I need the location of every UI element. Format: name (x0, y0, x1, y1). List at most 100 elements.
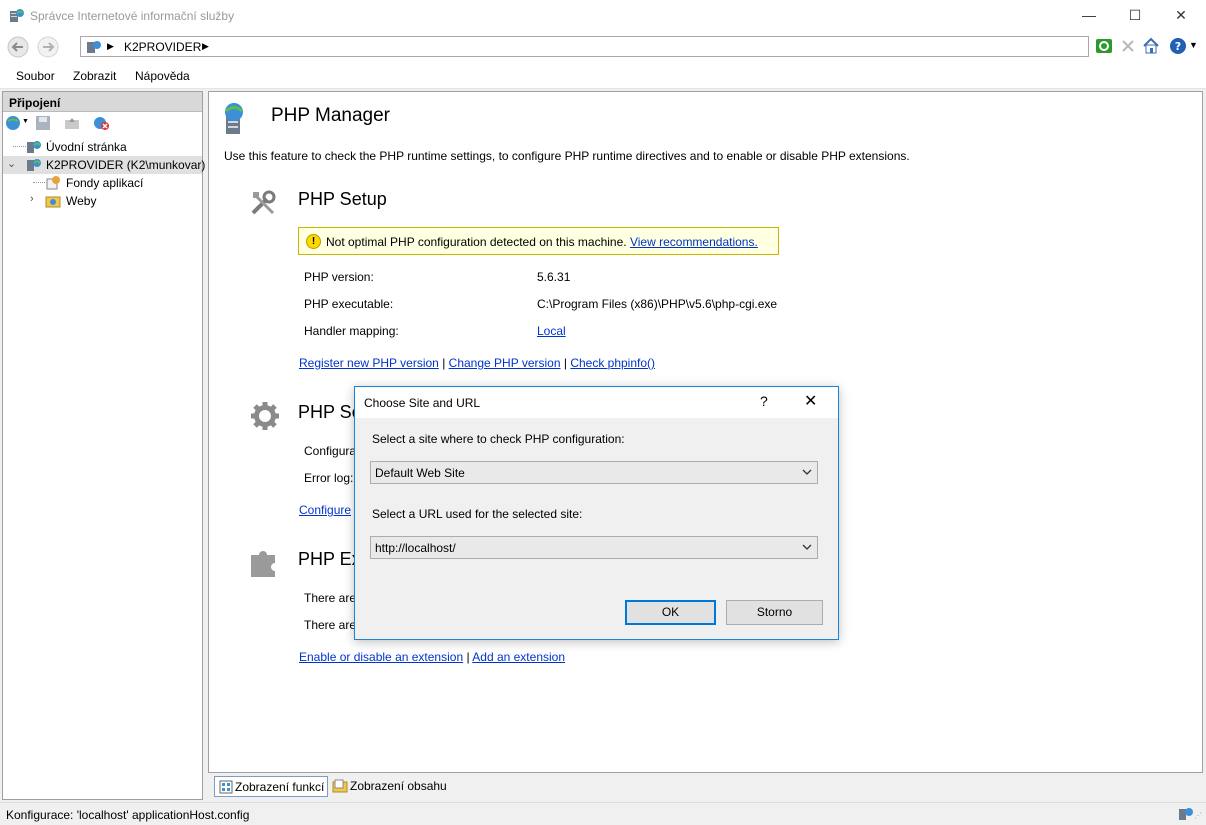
window-title: Správce Internetové informační služby (30, 9, 235, 23)
link-separator: | (442, 356, 446, 370)
content-view-icon (332, 779, 348, 793)
chevron-down-icon (802, 544, 812, 550)
view-tabs: Zobrazení funkcí Zobrazení obsahu (208, 773, 1203, 800)
site-select[interactable]: Default Web Site (370, 461, 818, 484)
site-select-label: Select a site where to check PHP configu… (372, 432, 625, 446)
chevron-right-icon[interactable]: › (30, 193, 34, 205)
tab-content-view[interactable]: Zobrazení obsahu (330, 776, 450, 797)
tools-icon (251, 190, 276, 215)
tab-label: Zobrazení obsahu (350, 779, 447, 793)
connections-header: Připojení (3, 92, 202, 112)
resize-grip-icon[interactable]: ⋰ (1194, 811, 1202, 820)
refresh-icon[interactable] (1095, 37, 1113, 55)
chevron-down-icon (802, 469, 812, 475)
tree-item-app-pools[interactable]: Fondy aplikací (3, 174, 202, 192)
check-phpinfo-link[interactable]: Check phpinfo() (570, 356, 655, 370)
link-separator: | (563, 356, 567, 370)
view-recommendations-link[interactable]: View recommendations. (630, 235, 758, 249)
status-text: Konfigurace: 'localhost' applicationHost… (6, 808, 250, 822)
server-icon (27, 159, 41, 171)
warning-icon: ! (306, 234, 321, 249)
handler-mapping-link[interactable]: Local (537, 324, 566, 338)
php-version-value: 5.6.31 (537, 270, 571, 284)
minimize-button[interactable]: — (1066, 0, 1112, 31)
warning-text: Not optimal PHP configuration detected o… (326, 235, 627, 249)
php-executable-label: PHP executable: (304, 297, 394, 311)
tree-item-label: Weby (66, 194, 97, 208)
configure-link[interactable]: Configure (299, 503, 351, 517)
config-warning-banner: ! Not optimal PHP configuration detected… (298, 227, 779, 255)
php-manager-icon (225, 103, 243, 134)
change-php-version-link[interactable]: Change PHP version (449, 356, 561, 370)
tree-item-label: Úvodní stránka (46, 140, 127, 154)
choose-site-dialog: Choose Site and URL ? ✕ Select a site wh… (354, 386, 839, 640)
dialog-title-bar: Choose Site and URL ? ✕ (355, 387, 838, 418)
app-pools-icon (46, 176, 60, 190)
handler-mapping-label: Handler mapping: (304, 324, 399, 338)
status-bar: Konfigurace: 'localhost' applicationHost… (0, 802, 1206, 825)
sites-folder-icon (45, 196, 61, 208)
server-icon (87, 41, 101, 53)
tree-item-label: K2PROVIDER (K2\munkovar) (46, 158, 206, 172)
extensions-info-line: There are (304, 618, 357, 632)
help-icon[interactable]: ? (1169, 37, 1187, 55)
connect-globe-icon[interactable] (5, 115, 21, 131)
close-button[interactable]: ✕ (1158, 0, 1204, 31)
site-select-value: Default Web Site (375, 466, 465, 480)
link-separator: | (466, 650, 470, 664)
stop-icon[interactable] (1119, 37, 1137, 55)
home-icon[interactable] (1142, 37, 1160, 55)
menu-help[interactable]: Nápověda (135, 69, 190, 83)
error-log-label: Error log: (304, 471, 354, 485)
php-executable-value: C:\Program Files (x86)\PHP\v5.6\php-cgi.… (537, 297, 778, 311)
save-icon[interactable] (35, 115, 51, 131)
php-extensions-heading: PHP Ex (298, 549, 361, 569)
iis-app-icon (10, 9, 24, 22)
chevron-down-icon[interactable]: ⌄ (7, 157, 16, 170)
svg-text:?: ? (1175, 40, 1181, 53)
chevron-right-icon[interactable]: ▶ (202, 41, 209, 52)
tree-item-server[interactable]: ⌄ K2PROVIDER (K2\munkovar) (3, 156, 206, 174)
back-arrow-icon[interactable] (5, 36, 31, 58)
start-page-icon (27, 141, 41, 153)
php-setup-heading: PHP Setup (298, 189, 387, 209)
disconnect-icon[interactable] (92, 115, 110, 131)
maximize-button[interactable]: ☐ (1112, 0, 1158, 31)
dialog-title: Choose Site and URL (364, 396, 481, 410)
register-php-version-link[interactable]: Register new PHP version (299, 356, 439, 370)
menu-bar: Soubor Zobrazit Nápověda (0, 62, 1206, 89)
help-dropdown-chevron-icon[interactable]: ▼ (1189, 40, 1198, 50)
configuration-label: Configura (304, 444, 357, 458)
page-title: PHP Manager (271, 105, 390, 126)
url-select[interactable]: http://localhost/ (370, 536, 818, 559)
tab-features-view[interactable]: Zobrazení funkcí (214, 776, 328, 797)
connections-toolbar: ▼ (3, 112, 202, 135)
cancel-button[interactable]: Storno (726, 600, 823, 625)
php-settings-heading: PHP Se (298, 402, 362, 422)
puzzle-icon (251, 551, 275, 577)
ok-button[interactable]: OK (625, 600, 716, 625)
gear-icon (251, 402, 279, 430)
connect-dropdown-icon[interactable]: ▼ (22, 118, 29, 125)
tree-item-sites[interactable]: › Weby (3, 192, 202, 210)
breadcrumb-server[interactable]: K2PROVIDER (124, 40, 201, 54)
tab-label: Zobrazení funkcí (235, 780, 325, 794)
tree-item-start-page[interactable]: Úvodní stránka (3, 138, 202, 156)
dialog-close-button[interactable]: ✕ (804, 391, 817, 411)
url-select-label: Select a URL used for the selected site: (372, 507, 583, 521)
menu-view[interactable]: Zobrazit (73, 69, 116, 83)
add-extension-link[interactable]: Add an extension (472, 650, 565, 664)
connections-pane: Připojení ▼ Úvodní stránka ⌄ K2PROVIDER … (2, 91, 206, 800)
menu-file[interactable]: Soubor (16, 69, 55, 83)
address-toolbar: ▶ K2PROVIDER ▶ ? ▼ (0, 31, 1206, 62)
dialog-help-button[interactable]: ? (760, 393, 768, 409)
enable-disable-extension-link[interactable]: Enable or disable an extension (299, 650, 463, 664)
php-version-label: PHP version: (304, 270, 374, 284)
url-select-value: http://localhost/ (375, 541, 456, 555)
address-bar[interactable]: ▶ K2PROVIDER ▶ (80, 36, 1089, 57)
page-description: Use this feature to check the PHP runtim… (224, 149, 910, 163)
forward-arrow-icon[interactable] (35, 36, 61, 58)
chevron-right-icon[interactable]: ▶ (107, 41, 114, 52)
up-folder-icon[interactable] (64, 115, 80, 131)
features-view-icon (219, 780, 233, 794)
